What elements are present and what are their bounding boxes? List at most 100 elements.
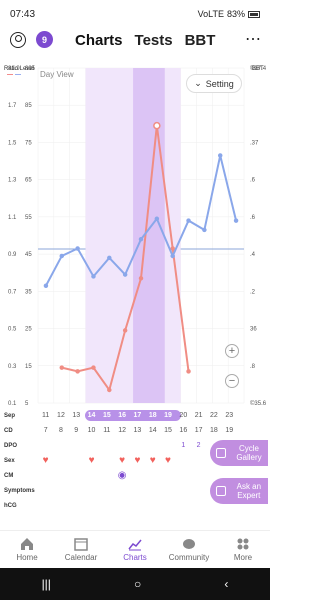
more-icon: [237, 538, 249, 550]
profile-icon[interactable]: [10, 32, 26, 48]
cm-cells: ◉: [38, 470, 130, 481]
heart-icon[interactable]: ♥: [84, 455, 99, 466]
data-point: [186, 369, 191, 374]
data-point: [202, 227, 207, 233]
sex-cells: ♥ ♥ ♥ ♥ ♥ ♥: [38, 455, 176, 466]
data-point: [91, 365, 96, 370]
cycle-gallery-button[interactable]: Cycle Gallery: [210, 440, 268, 466]
sep-cell: 20: [179, 412, 188, 419]
data-point: [153, 121, 161, 130]
dpo-cell: [130, 442, 145, 449]
data-point: [233, 218, 239, 223]
home-icon: [21, 538, 33, 550]
status-bar: 07:43 VoLTE 83%: [0, 0, 270, 28]
sep-cell: 14: [87, 412, 96, 419]
heart-icon[interactable]: ♥: [145, 455, 160, 466]
nav-calendar[interactable]: Calendar: [54, 531, 108, 568]
sep-cell: 17: [133, 412, 142, 419]
dpo-cell: [38, 442, 53, 449]
right-tick-label: .6: [250, 215, 256, 221]
sep-cell: 13: [72, 412, 81, 419]
cd-cell: 12: [118, 427, 127, 434]
nav-home-label: Home: [16, 553, 38, 562]
zoom-in-button[interactable]: +: [225, 344, 239, 358]
dpo-cell: [84, 442, 99, 449]
heart-icon[interactable]: ♥: [38, 455, 53, 466]
left-tick-label: 1.5: [8, 140, 17, 146]
cd-cell: 8: [58, 427, 63, 434]
day-view-label: Day View: [40, 70, 74, 79]
cd-cell: 11: [103, 427, 111, 434]
cd-cell: 16: [179, 427, 188, 434]
cervical-mucus-icon[interactable]: ◉: [114, 470, 129, 481]
dpo-cell: [69, 442, 84, 449]
tab-charts[interactable]: Charts: [75, 32, 123, 49]
row-label-sep: Sep: [4, 412, 16, 419]
cd-cell: 7: [43, 427, 48, 434]
more-menu-icon[interactable]: ⋯: [245, 32, 262, 48]
left-tick-label: 0.5: [8, 327, 17, 333]
ask-expert-button[interactable]: Ask an Expert: [210, 478, 268, 504]
nav-calendar-label: Calendar: [64, 553, 98, 562]
calendar-icon: [74, 538, 88, 551]
left-axis-title: Ratio Level: [4, 66, 35, 72]
right-tick-label: .8: [250, 364, 256, 370]
data-point: [75, 369, 80, 374]
cd-cell: 15: [164, 427, 172, 434]
left-inner-tick-label: 25: [25, 327, 32, 333]
right-axis-title: BBT: [252, 66, 264, 72]
nav-community[interactable]: Community: [162, 531, 216, 568]
heart-icon[interactable]: ♥: [114, 455, 129, 466]
system-nav-bar: ||| ○ ‹: [0, 568, 270, 600]
heart-icon[interactable]: ♥: [130, 455, 145, 466]
left-tick-label: 1.3: [8, 178, 17, 184]
chart-icon: [128, 539, 142, 551]
sep-cell: 16: [118, 412, 127, 419]
dpo-cell: [145, 442, 160, 449]
dpo-cell: 1: [181, 442, 186, 449]
nav-community-label: Community: [168, 553, 210, 562]
back-icon[interactable]: ‹: [224, 577, 228, 591]
level-badge[interactable]: 9: [36, 31, 53, 48]
cd-cell: 17: [194, 427, 203, 434]
recents-icon[interactable]: |||: [42, 577, 51, 591]
ask-expert-label: Ask an Expert: [236, 482, 262, 500]
nav-more[interactable]: More: [216, 531, 270, 568]
peak-band: [133, 68, 165, 403]
home-circle-icon[interactable]: ○: [134, 577, 141, 591]
data-point: [59, 365, 65, 370]
left-inner-tick-label: 45: [25, 252, 32, 258]
battery-percent: 83%: [226, 9, 245, 19]
left-inner-tick-label: 75: [25, 140, 32, 146]
left-tick-label: 1.7: [8, 103, 17, 109]
sep-cell: 19: [164, 412, 172, 419]
row-label-dpo: DPO: [4, 442, 18, 449]
gallery-icon: [216, 448, 226, 458]
nav-charts[interactable]: Charts: [108, 531, 162, 568]
data-point: [107, 387, 112, 393]
tab-tests[interactable]: Tests: [135, 32, 173, 49]
cd-cell: 13: [133, 427, 142, 434]
sep-cells: 11 12 13 14 15 16 17 18 19 20 21 22 23: [38, 412, 237, 419]
left-inner-tick-label: 35: [25, 289, 32, 295]
tab-bbt[interactable]: BBT: [185, 32, 216, 49]
cd-cell: 9: [74, 427, 79, 434]
left-tick-label: 0.9: [8, 252, 17, 258]
row-sep: Sep 11 12 13 14 15 16 17 18 19 20 21 22 23: [0, 408, 270, 423]
dpo-cells: 12: [38, 442, 237, 449]
sep-cell: 11: [42, 412, 50, 419]
row-label-cm: CM: [4, 472, 14, 479]
chart-area: 81.9 895 ©37.4 1.7 85 1.5 75.37 1.3 65.6 1.1 55.6 0…: [0, 58, 270, 423]
right-tick-label: .4: [250, 252, 256, 258]
chart: 81.9 895 ©37.41.7 851.5 75.371.3 65.61.1 55.60…: [8, 65, 267, 407]
status-time: 07:43: [10, 8, 36, 20]
zoom-out-button[interactable]: −: [225, 374, 239, 388]
legend-pink-line: [7, 74, 13, 75]
setting-button[interactable]: ⌄ Setting: [186, 74, 242, 93]
cd-cells: 7 8 9 10 11 12 13 14 15 16 17 18 19: [38, 427, 237, 434]
nav-home[interactable]: Home: [0, 531, 54, 568]
bottom-nav: Home Calendar Charts Community More: [0, 530, 270, 568]
data-point: [59, 253, 65, 259]
cd-cell: 10: [87, 427, 96, 434]
heart-icon[interactable]: ♥: [160, 455, 175, 466]
